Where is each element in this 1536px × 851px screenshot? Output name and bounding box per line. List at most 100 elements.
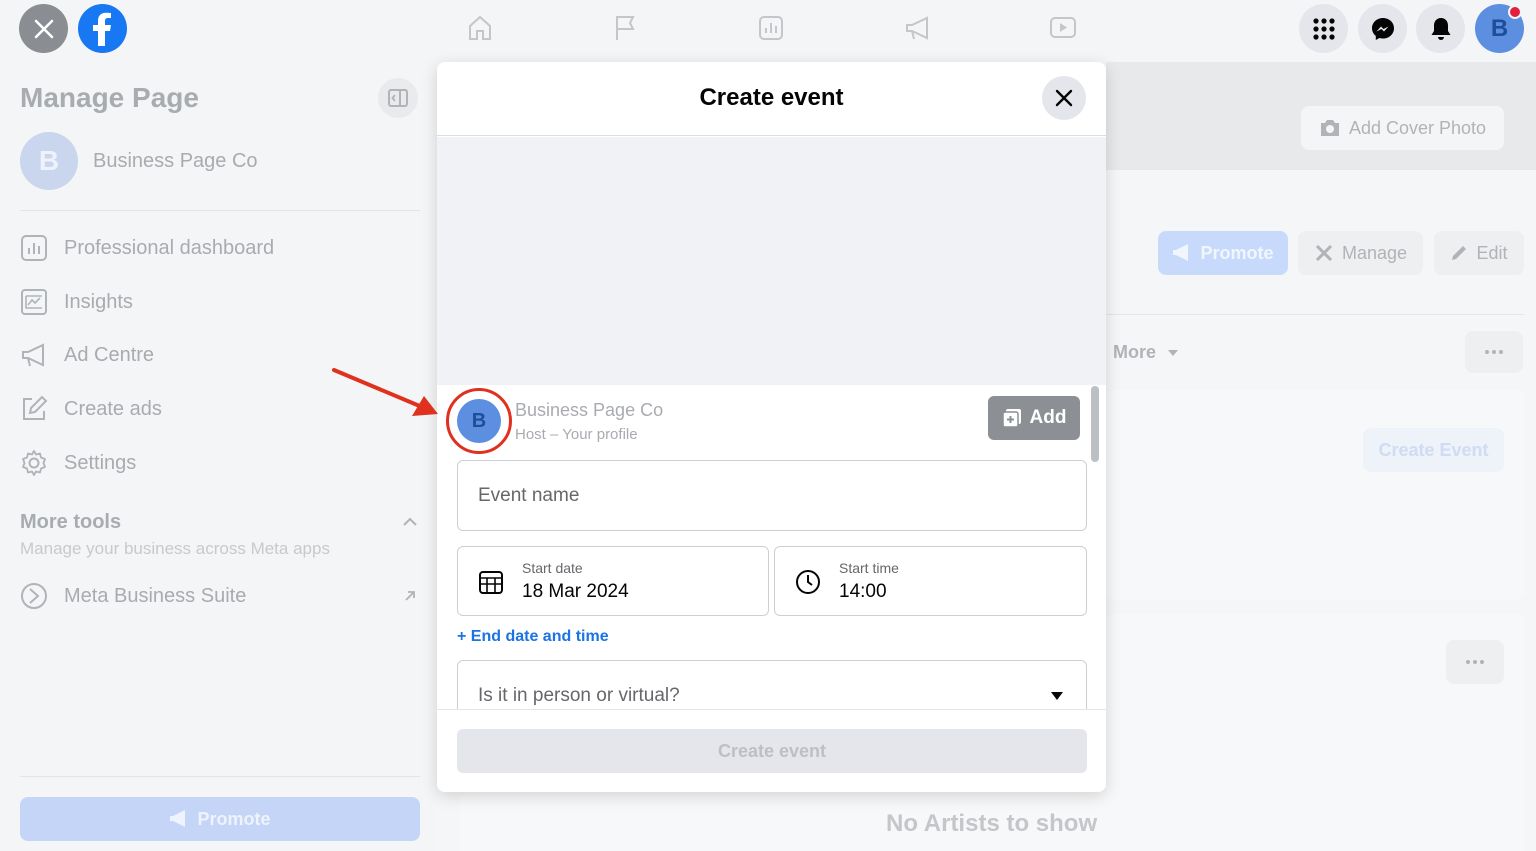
dialog-scrollbar[interactable] [1091, 386, 1099, 462]
artists-more-button[interactable] [1446, 640, 1504, 684]
create-event-bg-button[interactable]: Create Event [1363, 428, 1504, 472]
notification-dot [1508, 5, 1522, 19]
close-icon [1055, 89, 1073, 107]
create-event-button[interactable]: Create event [457, 729, 1087, 773]
dashboard-nav[interactable] [753, 10, 789, 46]
manage-button[interactable]: Manage [1298, 231, 1423, 275]
sidebar-divider [20, 210, 420, 211]
sidebar-item-insights[interactable]: Insights [20, 282, 420, 322]
external-link-icon [405, 591, 415, 601]
event-name-field[interactable]: Event name [457, 460, 1087, 531]
more-dots-icon [1466, 660, 1484, 664]
sidebar-divider [20, 776, 420, 777]
sidebar-item-label: Insights [64, 290, 133, 313]
manage-label: Manage [1341, 242, 1408, 263]
camera-icon [1320, 120, 1339, 136]
add-cover-photo-button[interactable]: Add Cover Photo [1301, 106, 1504, 150]
play-icon [1050, 17, 1076, 38]
home-nav[interactable] [462, 10, 498, 46]
events-card [1106, 390, 1524, 600]
meta-business-suite-icon [20, 582, 48, 610]
sidebar-toggle-button[interactable] [378, 78, 418, 118]
sidebar-title: Manage Page [20, 82, 199, 113]
pencil-icon [1452, 246, 1467, 260]
chevron-up-icon[interactable] [400, 512, 420, 532]
edit-button[interactable]: Edit [1434, 231, 1524, 275]
host-name: Business Page Co [515, 400, 664, 420]
start-time-label: Start time [839, 560, 899, 576]
video-nav[interactable] [1045, 10, 1081, 46]
more-tools-title: More tools [20, 511, 122, 533]
start-date-field[interactable]: Start date 18 Mar 2024 [457, 546, 769, 616]
caret-down-icon [1168, 350, 1179, 356]
home-icon [469, 15, 491, 40]
start-date-label: Start date [522, 560, 583, 576]
event-cover-area[interactable]: Add [437, 137, 1106, 440]
annotation-arrow [332, 368, 438, 416]
page-name[interactable]: Business Page Co [93, 150, 258, 173]
close-icon [34, 19, 53, 38]
add-cover-button[interactable]: Add [988, 396, 1080, 440]
sidebar-item-professional-dashboard[interactable]: Professional dashboard [20, 228, 420, 268]
create-event-bg-label: Create Event [1378, 439, 1489, 460]
tabs-divider [1106, 314, 1524, 315]
more-tab[interactable]: More [1113, 342, 1179, 363]
sidebar-item-label: Meta Business Suite [64, 584, 247, 607]
gear-icon [20, 449, 48, 477]
dialog-title: Create event [699, 84, 844, 111]
pages-nav[interactable] [607, 10, 643, 46]
facebook-logo[interactable] [78, 4, 127, 53]
ads-nav[interactable] [900, 10, 936, 46]
start-date-value: 18 Mar 2024 [522, 581, 629, 602]
megaphone-icon [170, 810, 186, 827]
promote-label: Promote [197, 808, 271, 829]
dialog-footer: Create event [437, 709, 1106, 792]
host-subtitle: Host – Your profile [515, 426, 638, 443]
promote-button[interactable]: Promote [20, 797, 420, 841]
clock-icon [796, 570, 820, 594]
bell-icon [1431, 17, 1450, 40]
page-promote-label: Promote [1200, 242, 1274, 263]
calendar-icon [479, 571, 503, 594]
insights-icon [20, 288, 48, 316]
sidebar-item-label: Create ads [64, 397, 162, 420]
sidebar-item-meta-business-suite[interactable]: Meta Business Suite [20, 576, 420, 616]
dialog-header: Create event [437, 62, 1106, 136]
sidebar-item-label: Ad Centre [64, 343, 155, 366]
page-promote-button[interactable]: Promote [1158, 231, 1288, 275]
start-time-value: 14:00 [839, 581, 887, 602]
add-cover-photo-label: Add Cover Photo [1348, 117, 1487, 138]
create-event-dialog: Create event Add B Business Page Co Host… [437, 62, 1106, 792]
edit-label: Edit [1476, 242, 1508, 263]
tools-icon [1315, 244, 1333, 262]
sidebar-item-settings[interactable]: Settings [20, 443, 420, 483]
dialog-close-button[interactable] [1042, 76, 1086, 120]
top-navigation-bar: B [0, 0, 1536, 62]
page-avatar[interactable]: B [20, 132, 78, 190]
no-artists-text: No Artists to show [886, 810, 1098, 837]
add-cover-label: Add [1029, 407, 1067, 428]
start-time-field[interactable]: Start time 14:00 [774, 546, 1087, 616]
end-date-time-link[interactable]: + End date and time [457, 628, 609, 646]
sidebar-item-label: Professional dashboard [64, 236, 275, 259]
megaphone-icon [906, 16, 928, 40]
more-options-button[interactable] [1465, 331, 1523, 373]
facebook-f-icon [93, 12, 111, 46]
messenger-button[interactable] [1358, 4, 1407, 53]
dashboard-icon [20, 234, 48, 262]
megaphone-icon [1173, 244, 1189, 261]
messenger-icon [1371, 17, 1394, 40]
host-avatar[interactable]: B [457, 399, 501, 443]
megaphone-icon [20, 341, 48, 369]
notifications-button[interactable] [1416, 4, 1465, 53]
caret-down-icon [1051, 692, 1063, 700]
add-photo-icon [1001, 409, 1021, 428]
chart-icon [759, 16, 783, 40]
menu-button[interactable] [1299, 4, 1348, 53]
more-tools-subtitle: Manage your business across Meta apps [20, 539, 330, 558]
more-dots-icon [1485, 350, 1503, 354]
close-button[interactable] [19, 4, 68, 53]
sidebar-item-label: Settings [64, 451, 137, 474]
edit-icon [20, 395, 48, 423]
panel-toggle-icon [388, 89, 408, 107]
